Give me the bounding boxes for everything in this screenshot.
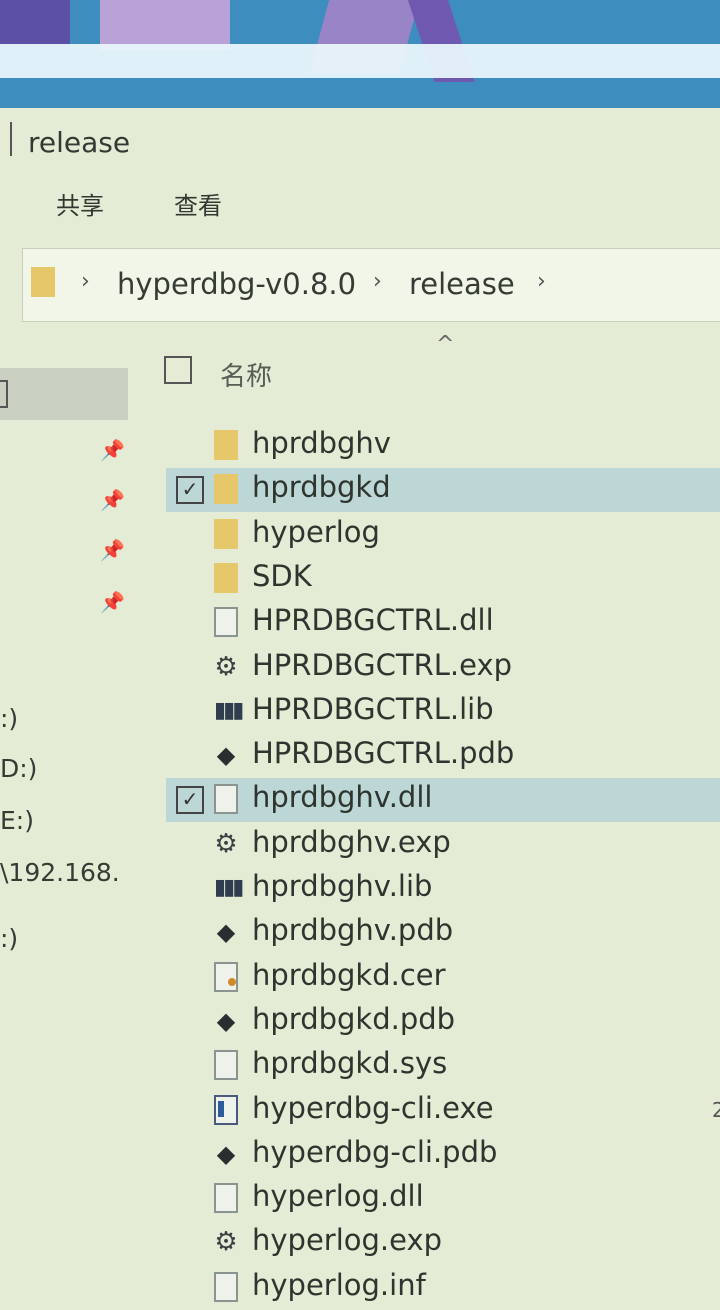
pin-icon[interactable]: 📌	[100, 438, 125, 462]
pdb-file-icon: ◆	[216, 1139, 236, 1168]
glare-strip	[0, 44, 720, 78]
folder-icon	[214, 518, 238, 549]
file-name: hprdbgkd.sys	[252, 1046, 448, 1081]
ribbon-tabs: 共享 查看	[0, 172, 720, 232]
folder-icon	[214, 562, 238, 593]
pdb-file-icon: ◆	[216, 741, 236, 770]
chevron-right-icon[interactable]: ›	[373, 269, 382, 294]
dll-file-icon	[214, 1183, 238, 1214]
file-name: hyperdbg-cli.exe	[252, 1090, 494, 1125]
file-name: hprdbgkd.pdb	[252, 1001, 456, 1036]
file-row[interactable]: ✓ hprdbgkd	[166, 468, 720, 513]
library-file-icon: ▮▮▮	[214, 697, 244, 723]
file-row[interactable]: hyperlog.dll	[166, 1177, 720, 1221]
chevron-right-icon[interactable]: ›	[537, 269, 546, 294]
system-file-icon	[214, 1271, 238, 1302]
file-row[interactable]: hprdbghv	[166, 424, 720, 468]
file-name: HPRDBGCTRL.pdb	[252, 736, 515, 771]
file-row[interactable]: hyperlog	[166, 513, 720, 557]
navigation-pane: 📌 📌 📌 📌 :) D:) E:) \192.168. :)	[0, 340, 140, 1280]
file-name: hprdbghv.lib	[252, 869, 433, 903]
breadcrumb-item[interactable]: release	[409, 267, 515, 301]
file-name: HPRDBGCTRL.lib	[252, 691, 494, 726]
file-name: hyperlog.exp	[252, 1223, 443, 1258]
nav-selected-marker	[0, 380, 8, 408]
tab-view[interactable]: 查看	[174, 186, 222, 221]
pdb-file-icon: ◆	[216, 918, 236, 947]
file-list: ^ 名称 hprdbghv ✓ hprdbgkd hyperlog SDK HPRDBGC…	[150, 330, 720, 1302]
system-file-icon	[214, 1050, 238, 1081]
file-row[interactable]: ◆ hprdbghv.pdb	[166, 911, 720, 955]
file-row[interactable]: ◆ hyperdbg-cli.pdb	[166, 1133, 720, 1177]
file-row[interactable]: ⚙ HPRDBGCTRL.exp	[166, 646, 720, 690]
app-banner	[0, 0, 720, 108]
folder-icon	[214, 474, 238, 505]
column-clip-text: 2	[712, 1098, 720, 1122]
gear-file-icon: ⚙	[214, 651, 238, 682]
column-header-name[interactable]: 名称	[220, 356, 272, 393]
nav-drive-item[interactable]: E:)	[0, 806, 34, 835]
file-name: hprdbghv	[252, 426, 391, 460]
file-name: hyperlog	[252, 514, 380, 549]
file-name: SDK	[252, 558, 312, 593]
chevron-right-icon[interactable]: ›	[81, 269, 90, 294]
file-name: hprdbghv.exp	[252, 824, 451, 859]
file-row[interactable]: ✓ hprdbghv.dll	[166, 778, 720, 823]
certificate-icon	[214, 961, 238, 992]
file-name: hprdbghv.dll	[252, 780, 433, 815]
file-row[interactable]: ⚙ hprdbghv.exp	[166, 823, 720, 867]
file-name: hprdbgkd.cer	[252, 957, 446, 992]
file-row[interactable]: hyperlog.inf	[166, 1266, 720, 1310]
nav-drive-item[interactable]: :)	[0, 704, 18, 733]
sort-ascending-icon[interactable]: ^	[436, 332, 454, 357]
file-row[interactable]: hprdbgkd.cer	[166, 956, 720, 1000]
folder-icon	[214, 430, 238, 460]
folder-icon	[31, 267, 55, 297]
file-name: hyperlog.dll	[252, 1179, 424, 1214]
nav-selected-item[interactable]	[0, 368, 128, 420]
file-row[interactable]: ◆ hprdbgkd.pdb	[166, 1000, 720, 1044]
breadcrumb-item[interactable]: hyperdbg-v0.8.0	[117, 267, 356, 301]
file-row[interactable]: ▮▮▮ HPRDBGCTRL.lib	[166, 690, 720, 734]
row-checkbox[interactable]: ✓	[176, 786, 204, 815]
row-checkbox[interactable]: ✓	[176, 476, 204, 505]
application-icon	[214, 1094, 238, 1125]
file-row[interactable]: hyperdbg-cli.exe	[166, 1089, 720, 1133]
dll-file-icon	[214, 784, 238, 815]
file-name: hyperdbg-cli.pdb	[252, 1134, 498, 1169]
file-row[interactable]: hprdbgkd.sys	[166, 1044, 720, 1088]
nav-drive-item[interactable]: D:)	[0, 754, 37, 783]
logo-shape	[0, 0, 70, 46]
file-name: hprdbgkd	[252, 470, 391, 505]
file-name: HPRDBGCTRL.exp	[252, 647, 513, 682]
file-row[interactable]: ⚙ hyperlog.exp	[166, 1221, 720, 1265]
pin-icon[interactable]: 📌	[100, 488, 125, 512]
logo-shape	[100, 0, 230, 50]
window-titlebar: release	[0, 108, 720, 172]
pin-icon[interactable]: 📌	[100, 590, 125, 614]
nav-drive-item[interactable]: :)	[0, 924, 18, 953]
window-title: release	[28, 126, 131, 159]
pdb-file-icon: ◆	[216, 1006, 236, 1035]
file-name: hyperlog.inf	[252, 1267, 426, 1302]
file-row[interactable]: ▮▮▮ hprdbghv.lib	[166, 867, 720, 911]
address-bar[interactable]: › hyperdbg-v0.8.0 › release ›	[22, 248, 720, 322]
file-name: hprdbghv.pdb	[252, 913, 454, 948]
file-row[interactable]: ◆ HPRDBGCTRL.pdb	[166, 734, 720, 778]
tab-share[interactable]: 共享	[56, 186, 104, 221]
gear-file-icon: ⚙	[214, 1227, 238, 1258]
library-file-icon: ▮▮▮	[214, 875, 244, 900]
select-all-checkbox[interactable]	[164, 356, 192, 384]
file-row[interactable]: SDK	[166, 557, 720, 601]
pin-icon[interactable]: 📌	[100, 538, 125, 562]
gear-file-icon: ⚙	[214, 828, 238, 859]
file-name: HPRDBGCTRL.dll	[252, 603, 494, 638]
file-row[interactable]: HPRDBGCTRL.dll	[166, 601, 720, 645]
titlebar-divider	[10, 122, 12, 156]
dll-file-icon	[214, 607, 238, 638]
nav-network-item[interactable]: \192.168.	[0, 858, 120, 887]
